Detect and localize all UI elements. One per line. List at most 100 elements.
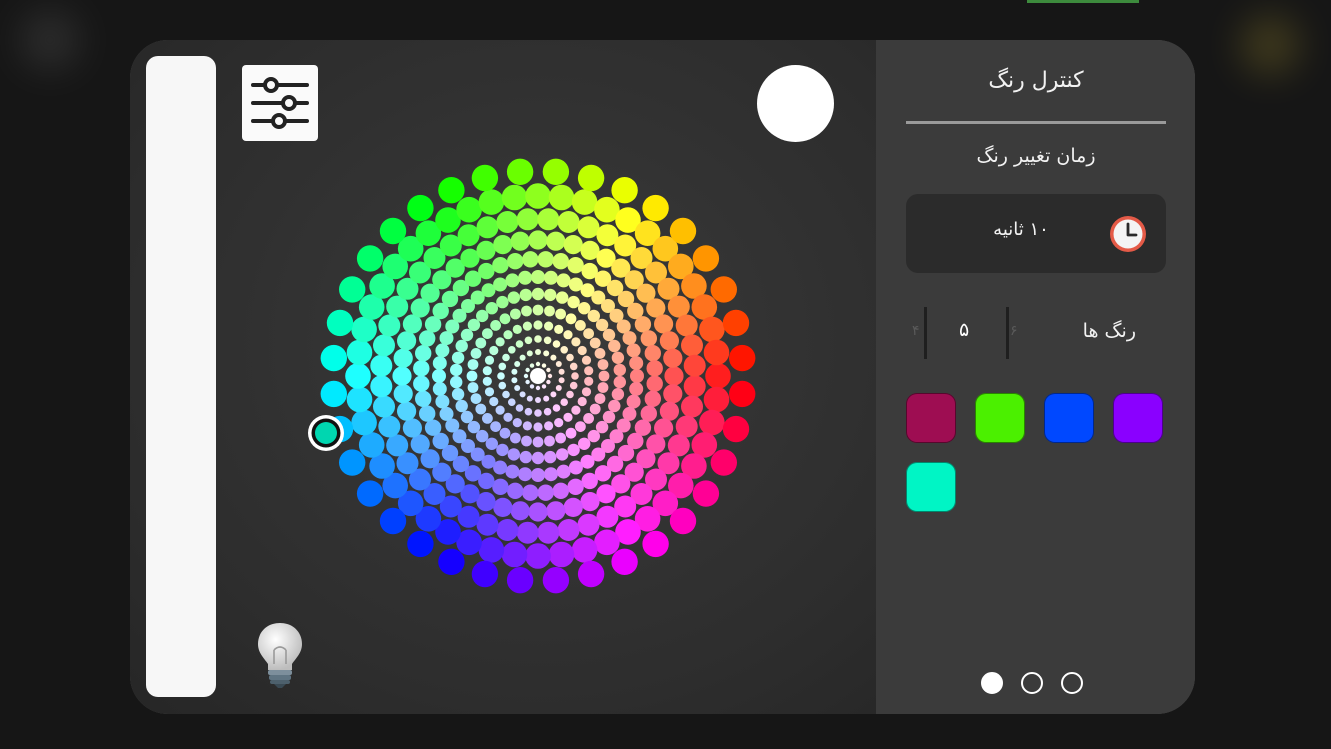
wheel-color-dot[interactable]: [514, 385, 521, 391]
wheel-color-dot[interactable]: [584, 366, 594, 376]
wheel-color-dot[interactable]: [466, 370, 478, 382]
wheel-color-dot[interactable]: [626, 394, 641, 409]
wheel-color-dot[interactable]: [602, 410, 616, 424]
wheel-color-dot[interactable]: [608, 339, 621, 353]
wheel-color-dot[interactable]: [339, 449, 366, 476]
wheel-color-dot[interactable]: [710, 276, 737, 303]
wheel-color-dot[interactable]: [424, 419, 442, 436]
wheel-color-dot[interactable]: [456, 196, 482, 223]
wheel-color-dot[interactable]: [415, 345, 432, 362]
wheel-color-dot[interactable]: [512, 324, 522, 334]
wheel-color-dot[interactable]: [534, 409, 542, 417]
wheel-color-dot[interactable]: [499, 313, 511, 325]
wheel-color-dot[interactable]: [476, 309, 489, 323]
wheel-color-dot[interactable]: [681, 334, 703, 357]
lightbulb-icon[interactable]: [254, 620, 306, 690]
wheel-color-dot[interactable]: [710, 449, 737, 476]
wheel-color-dot[interactable]: [537, 208, 560, 231]
wheel-color-dot[interactable]: [544, 435, 555, 447]
wheel-color-dot[interactable]: [393, 348, 413, 368]
wheel-color-dot[interactable]: [683, 375, 706, 398]
wheel-color-dot[interactable]: [492, 257, 509, 274]
wheel-color-dot[interactable]: [515, 404, 524, 412]
wheel-color-dot[interactable]: [555, 308, 566, 320]
wheel-color-dot[interactable]: [485, 302, 498, 315]
wheel-color-dot[interactable]: [629, 381, 644, 396]
wheel-color-dot[interactable]: [532, 304, 544, 316]
wheel-color-dot[interactable]: [515, 340, 524, 348]
wheel-color-dot[interactable]: [438, 548, 465, 575]
wheel-color-dot[interactable]: [529, 363, 535, 368]
wheel-color-dot[interactable]: [516, 208, 539, 231]
wheel-color-dot[interactable]: [557, 211, 580, 233]
wheel-color-dot[interactable]: [522, 321, 532, 331]
wheel-color-dot[interactable]: [542, 567, 570, 594]
wheel-color-dot[interactable]: [516, 521, 539, 544]
wheel-color-dot[interactable]: [557, 519, 580, 541]
wheel-color-dot[interactable]: [326, 309, 354, 337]
wheel-color-dot[interactable]: [569, 381, 578, 390]
wheel-color-dot[interactable]: [370, 354, 393, 377]
wheel-color-dot[interactable]: [543, 270, 558, 285]
wheel-color-dot[interactable]: [550, 391, 557, 398]
wheel-color-dot[interactable]: [356, 480, 384, 507]
wheel-color-dot[interactable]: [577, 164, 605, 192]
wheel-color-dot[interactable]: [489, 396, 499, 407]
wheel-color-dot[interactable]: [534, 335, 542, 343]
wheel-color-dot[interactable]: [470, 393, 482, 404]
color-swatch[interactable]: [906, 393, 956, 443]
wheel-color-dot[interactable]: [379, 217, 407, 245]
wheel-color-dot[interactable]: [432, 381, 447, 396]
wheel-color-dot[interactable]: [482, 366, 492, 376]
wheel-color-dot[interactable]: [518, 270, 533, 285]
wheel-color-dot[interactable]: [611, 388, 625, 401]
wheel-color-dot[interactable]: [542, 158, 570, 185]
wheel-color-dot[interactable]: [356, 245, 384, 272]
wheel-color-dot[interactable]: [496, 519, 519, 541]
wheel-color-dot[interactable]: [460, 328, 474, 342]
wheel-color-dot[interactable]: [485, 437, 498, 450]
wheel-color-dot[interactable]: [467, 420, 481, 434]
wheel-color-dot[interactable]: [521, 435, 532, 447]
wheel-color-dot[interactable]: [535, 349, 541, 355]
wheel-color-dot[interactable]: [435, 343, 450, 358]
wheel-color-dot[interactable]: [525, 379, 530, 385]
wheel-color-dot[interactable]: [478, 537, 505, 563]
wheel-color-dot[interactable]: [555, 361, 562, 367]
wheel-color-dot[interactable]: [506, 158, 534, 185]
color-swatch[interactable]: [906, 462, 956, 512]
wheel-color-dot[interactable]: [432, 369, 446, 383]
wheel-color-dot[interactable]: [722, 309, 750, 337]
wheel-color-dot[interactable]: [510, 308, 521, 320]
wheel-color-dot[interactable]: [584, 376, 594, 386]
wheel-color-dot[interactable]: [729, 380, 756, 408]
wheel-color-dot[interactable]: [378, 415, 401, 438]
wheel-color-dot[interactable]: [497, 372, 505, 380]
wheel-color-dot[interactable]: [567, 478, 584, 495]
wheel-color-dot[interactable]: [528, 230, 548, 250]
wheel-color-dot[interactable]: [663, 384, 683, 404]
wheel-color-dot[interactable]: [669, 507, 697, 535]
wheel-color-dot[interactable]: [544, 321, 554, 331]
wheel-color-dot[interactable]: [543, 467, 558, 482]
wheel-color-dot[interactable]: [407, 194, 434, 222]
wheel-color-dot[interactable]: [476, 240, 496, 260]
wheel-color-dot[interactable]: [358, 432, 385, 458]
wheel-color-dot[interactable]: [594, 348, 606, 359]
wheel-color-dot[interactable]: [531, 451, 545, 465]
wheel-color-dot[interactable]: [560, 398, 568, 407]
wheel-color-dot[interactable]: [589, 403, 601, 415]
wheel-color-dot[interactable]: [535, 385, 541, 391]
wheel-color-dot[interactable]: [556, 273, 571, 288]
wheel-color-dot[interactable]: [490, 421, 501, 432]
wheel-color-dot[interactable]: [525, 543, 551, 569]
wheel-color-dot[interactable]: [522, 421, 532, 431]
wheel-color-dot[interactable]: [541, 363, 547, 368]
wheel-color-dot[interactable]: [578, 437, 591, 450]
wheel-color-dot[interactable]: [578, 302, 591, 315]
wheel-color-dot[interactable]: [543, 395, 550, 402]
wheel-color-dot[interactable]: [567, 443, 580, 457]
wheel-color-dot[interactable]: [522, 484, 539, 501]
wheel-color-dot[interactable]: [577, 513, 600, 536]
wheel-color-dot[interactable]: [613, 375, 626, 389]
